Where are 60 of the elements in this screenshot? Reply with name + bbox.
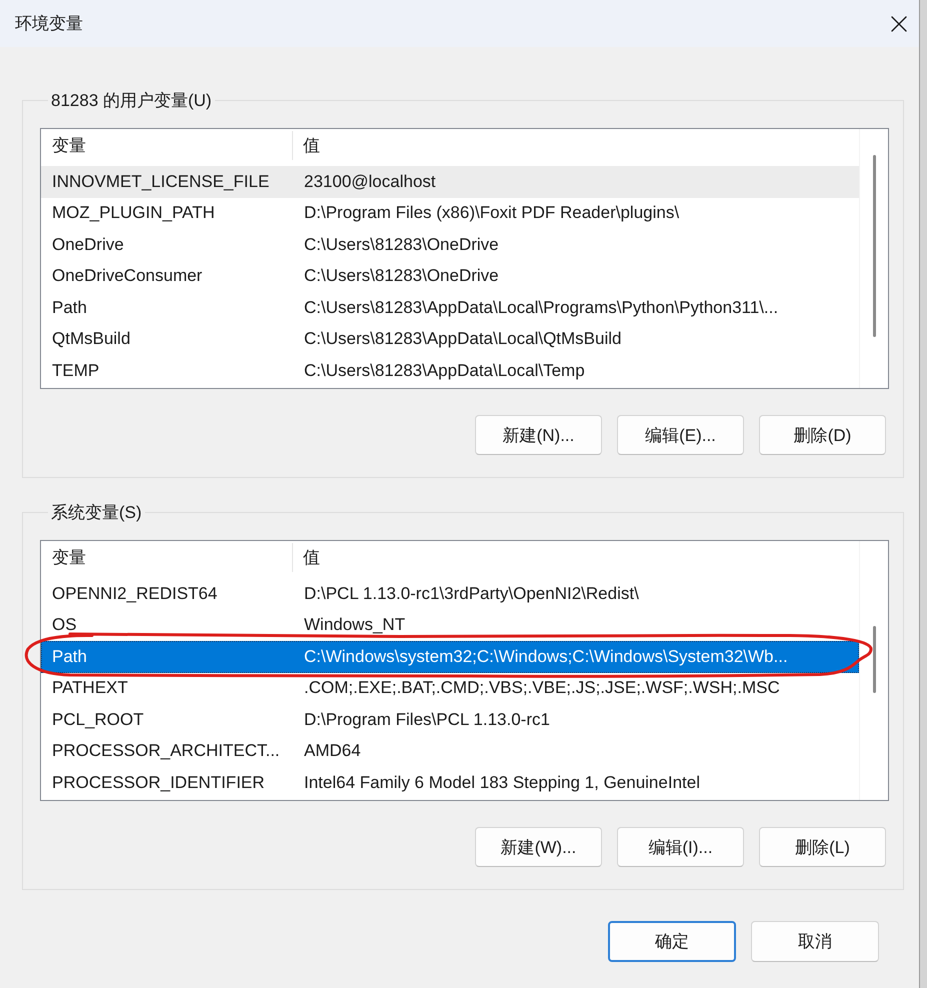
variable-name-cell-text: OS <box>51 615 78 636</box>
variable-name-cell-text: Path <box>51 298 88 318</box>
variable-value-cell-text: AMD64 <box>303 741 361 762</box>
variable-value-cell-text: C:\Windows\system32;C:\Windows;C:\Windows\System32\Wb... <box>303 646 788 667</box>
variable-name-cell-text: PATHEXT <box>51 678 129 698</box>
window-title: 环境变量 <box>15 13 83 35</box>
scrollbar-thumb[interactable] <box>873 626 876 693</box>
group-title: 81283 的用户变量(U) <box>50 90 213 112</box>
variable-name-cell-text: OPENNI2_REDIST64 <box>51 584 218 604</box>
list-row[interactable]: MOZ_PLUGIN_PATH D:\Program Files (x86)\Foxit PDF Reader\plugins\ <box>41 198 859 229</box>
dialog-button[interactable]: 编辑(I)... <box>617 827 744 867</box>
variable-value-cell-text: C:\Users\81283\AppData\Local\QtMsBuild <box>303 329 622 350</box>
list-row[interactable]: OneDriveConsumer C:\Users\81283\OneDrive <box>41 260 859 292</box>
variable-name-cell-text: OneDrive <box>51 234 125 255</box>
list-row[interactable]: PROCESSOR_IDENTIFIER Intel64 Family 6 Model 183 Stepping 1, GenuineIntel <box>41 767 859 798</box>
column-header[interactable]: 变量 <box>41 131 293 160</box>
variable-value-cell-text: D:\Program Files\PCL 1.13.0-rc1 <box>303 710 550 730</box>
variable-name-cell-text: Path <box>51 646 88 667</box>
dialog-button[interactable]: 新建(N)... <box>475 415 602 455</box>
list-row[interactable]: Path C:\Windows\system32;C:\Windows;C:\Windows\System32\Wb... <box>41 641 859 672</box>
variable-name-cell-text: INNOVMET_LICENSE_FILE <box>51 172 270 192</box>
variable-name-cell-text: QtMsBuild <box>51 329 132 350</box>
list-row[interactable]: Path C:\Users\81283\AppData\Local\Programs\Python\Python311\... <box>41 292 859 324</box>
dialog-button[interactable]: 新建(W)... <box>475 827 602 867</box>
variable-value-cell-text: .COM;.EXE;.BAT;.CMD;.VBS;.VBE;.JS;.JSE;.WSF;.WSH;.MSC <box>303 678 780 698</box>
list-row[interactable]: INNOVMET_LICENSE_FILE 23100@localhost <box>41 166 859 198</box>
variable-name-cell-text: PCL_ROOT <box>51 710 145 730</box>
variable-value-cell-text: D:\PCL 1.13.0-rc1\3rdParty\OpenNI2\Redist\ <box>303 584 639 604</box>
scrollbar-thumb[interactable] <box>873 155 876 337</box>
list-row[interactable]: OPENNI2_REDIST64 D:\PCL 1.13.0-rc1\3rdParty\OpenNI2\Redist\ <box>41 578 859 610</box>
dialog-button[interactable]: 取消 <box>751 921 879 962</box>
list-row[interactable]: OS Windows_NT <box>41 610 859 641</box>
list-row[interactable]: OneDrive C:\Users\81283\OneDrive <box>41 229 859 260</box>
variable-value-cell-text: 23100@localhost <box>303 172 436 192</box>
variable-name-cell-text: PROCESSOR_ARCHITECT... <box>51 741 281 762</box>
variable-value-cell-text: C:\Users\81283\OneDrive <box>303 234 499 255</box>
list-row[interactable]: QtMsBuild C:\Users\81283\AppData\Local\QtMsBuild <box>41 324 859 355</box>
column-header[interactable]: 值 <box>293 543 320 572</box>
variable-name-cell-text: OneDriveConsumer <box>51 266 204 286</box>
variable-value-cell-text: Windows_NT <box>303 615 406 636</box>
dialog-button[interactable]: 删除(D) <box>759 415 886 455</box>
column-header[interactable]: 值 <box>293 131 320 160</box>
variable-value-cell-text: C:\Users\81283\AppData\Local\Programs\Python\Python311\... <box>303 298 778 318</box>
dialog-button[interactable]: 编辑(E)... <box>617 415 744 455</box>
column-header[interactable]: 变量 <box>41 543 293 572</box>
dialog-button[interactable]: 删除(L) <box>759 827 886 867</box>
list-row[interactable]: PCL_ROOT D:\Program Files\PCL 1.13.0-rc1 <box>41 704 859 736</box>
group-title: 系统变量(S) <box>50 502 143 524</box>
close-icon <box>891 16 907 32</box>
variable-name-cell-text: PROCESSOR_IDENTIFIER <box>51 772 266 793</box>
dialog-button[interactable]: 确定 <box>608 921 736 962</box>
list-row[interactable]: PATHEXT .COM;.EXE;.BAT;.CMD;.VBS;.VBE;.JS;.JSE;.WSF;.WSH;.MSC <box>41 672 859 704</box>
variable-value-cell-text: Intel64 Family 6 Model 183 Stepping 1, GenuineIntel <box>303 772 700 793</box>
variable-value-cell-text: D:\Program Files (x86)\Foxit PDF Reader\plugins\ <box>303 203 680 224</box>
variable-name-cell-text: TEMP <box>51 360 100 381</box>
list-row[interactable]: TEMP C:\Users\81283\AppData\Local\Temp <box>41 355 859 386</box>
list-row[interactable]: PROCESSOR_ARCHITECT... AMD64 <box>41 736 859 767</box>
variable-value-cell-text: C:\Users\81283\AppData\Local\Temp <box>303 360 585 381</box>
variable-value-cell-text: C:\Users\81283\OneDrive <box>303 266 499 286</box>
variable-name-cell-text: MOZ_PLUGIN_PATH <box>51 203 216 224</box>
